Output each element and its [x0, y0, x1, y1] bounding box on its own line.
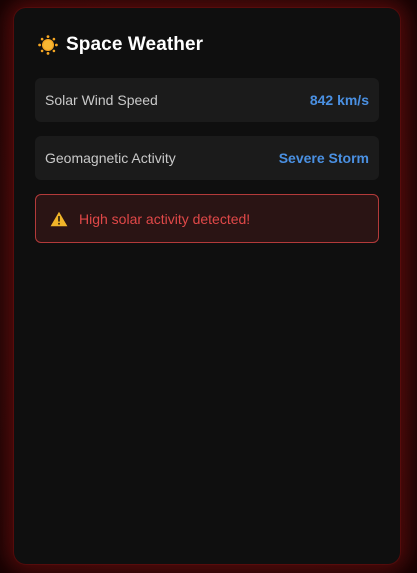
- alert-message: High solar activity detected!: [79, 210, 251, 227]
- metric-value: 842 km/s: [309, 92, 369, 108]
- metric-geomagnetic-activity: Geomagnetic Activity Severe Storm: [35, 136, 379, 180]
- metric-value: Severe Storm: [278, 150, 369, 166]
- warning-icon: [50, 211, 68, 227]
- alert-banner: High solar activity detected!: [35, 194, 379, 243]
- metric-solar-wind-speed: Solar Wind Speed 842 km/s: [35, 78, 379, 122]
- panel-header: Space Weather: [38, 34, 203, 56]
- sun-icon: [38, 35, 58, 55]
- metric-label: Solar Wind Speed: [45, 92, 158, 108]
- space-weather-panel: Space Weather Solar Wind Speed 842 km/s …: [14, 8, 400, 564]
- page-title: Space Weather: [66, 34, 204, 55]
- metric-label: Geomagnetic Activity: [45, 150, 176, 166]
